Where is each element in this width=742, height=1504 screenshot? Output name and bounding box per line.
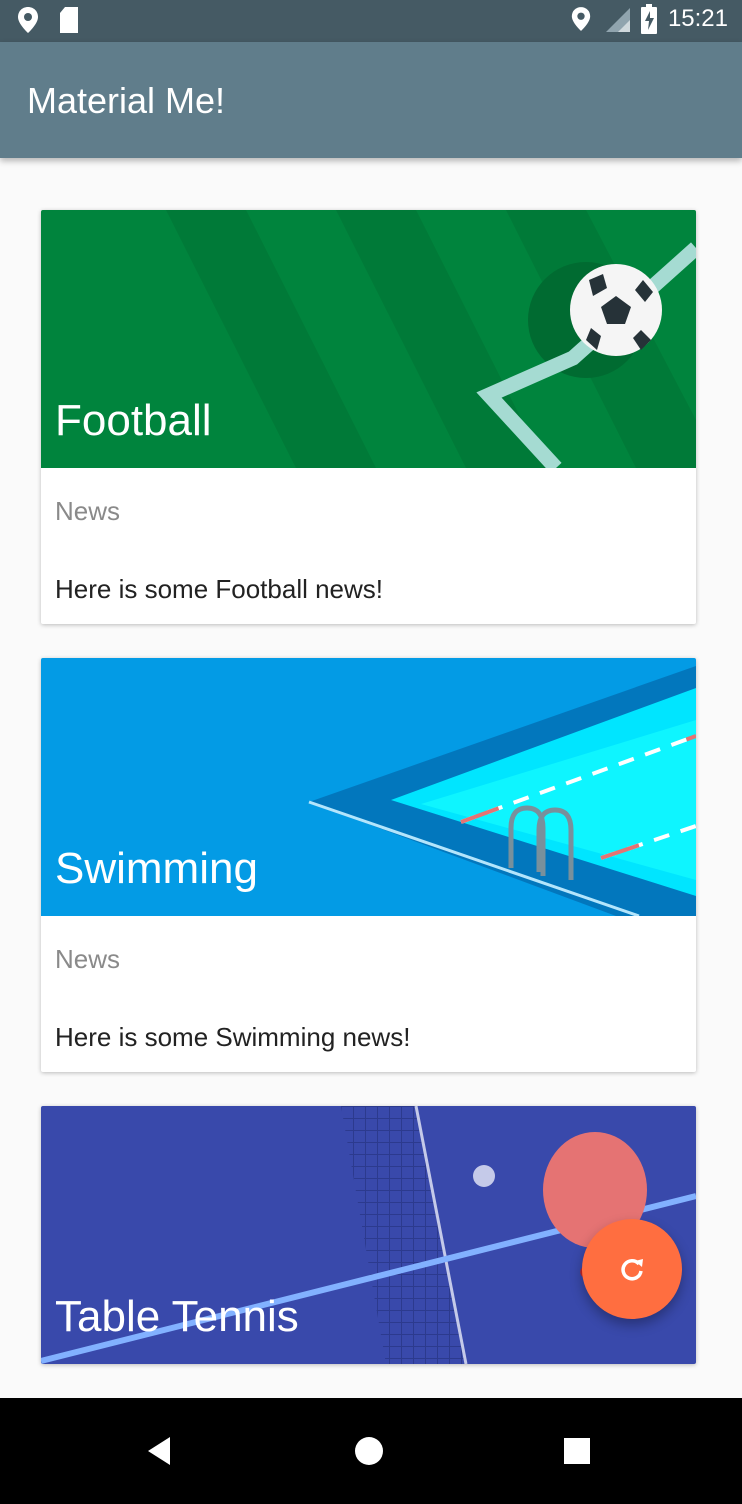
home-icon	[355, 1437, 383, 1465]
card-title: Football	[55, 396, 212, 445]
location-pin-icon	[18, 7, 38, 33]
battery-charging-icon	[640, 4, 657, 34]
back-icon	[148, 1437, 170, 1465]
navigation-bar	[0, 1398, 742, 1504]
news-list[interactable]: Football News Here is some Football news…	[0, 158, 742, 1398]
status-bar: 15:21	[0, 0, 742, 42]
card-title: Swimming	[55, 844, 258, 893]
home-button[interactable]	[346, 1428, 392, 1474]
status-time: 15:21	[667, 5, 728, 32]
app-bar: Material Me!	[0, 42, 742, 158]
lte-signal-icon	[605, 8, 630, 32]
card-body: Here is some Swimming news!	[55, 1022, 411, 1052]
app-title: Material Me!	[27, 80, 226, 121]
recents-button[interactable]	[554, 1428, 600, 1474]
swimming-image: Swimming	[41, 658, 696, 916]
card-title: Table Tennis	[55, 1292, 299, 1341]
card-subtitle: News	[55, 496, 121, 526]
status-right-icons: 15:21	[570, 4, 728, 34]
refresh-icon	[621, 1259, 643, 1281]
recents-icon	[564, 1438, 590, 1464]
location-icon	[571, 7, 591, 31]
card-swimming[interactable]: Swimming News Here is some Swimming news…	[41, 658, 696, 1072]
refresh-fab-button[interactable]	[582, 1219, 682, 1319]
card-football[interactable]: Football News Here is some Football news…	[41, 210, 696, 624]
sd-card-icon	[60, 7, 78, 33]
status-left-icons	[16, 6, 80, 34]
football-image: Football	[41, 210, 696, 468]
card-body: Here is some Football news!	[55, 574, 384, 604]
card-subtitle: News	[55, 944, 121, 974]
back-button[interactable]	[136, 1428, 182, 1474]
